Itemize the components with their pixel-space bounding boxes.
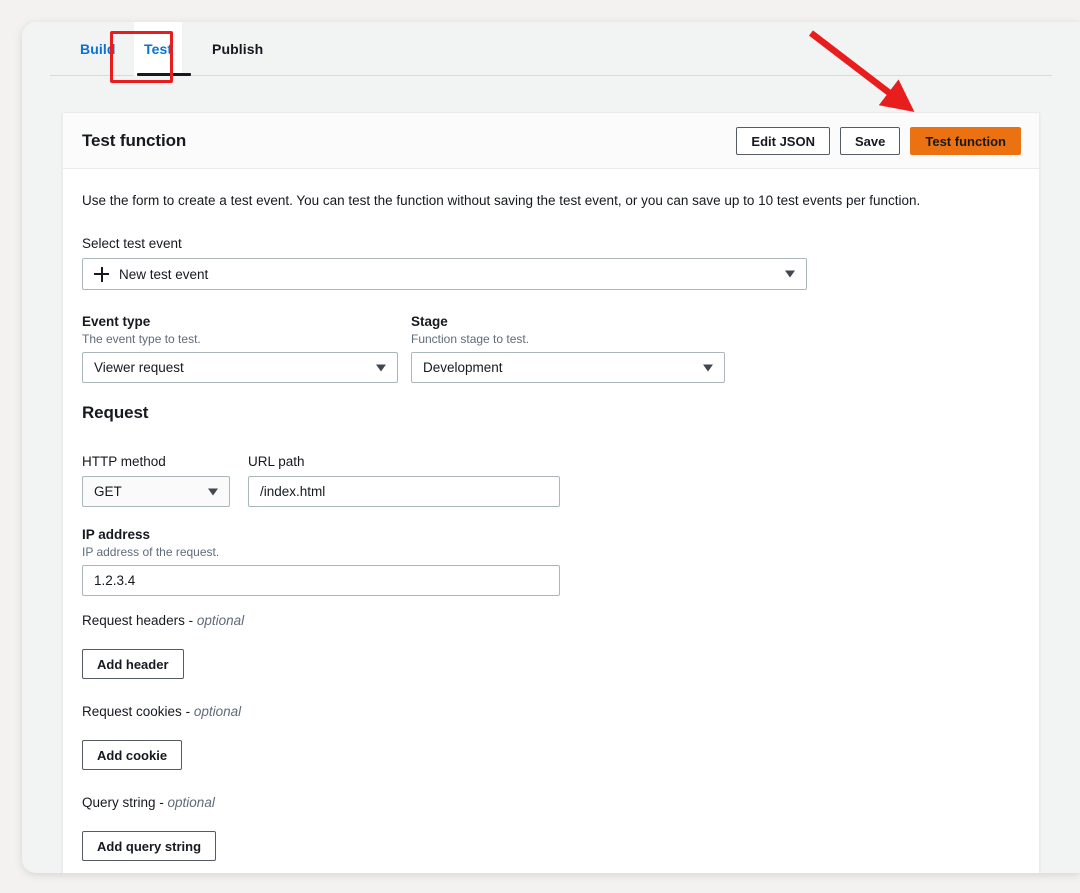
request-headers-optional-tag: optional [196,613,245,628]
console-container: Build Test Publish Test function Edit JS… [22,22,1080,873]
select-test-event-dropdown[interactable]: New test event [82,258,807,290]
chevron-down-icon [208,488,218,495]
event-type-dropdown[interactable]: Viewer request [82,352,398,383]
ip-address-input[interactable]: 1.2.3.4 [82,565,560,596]
test-function-button[interactable]: Test function [910,127,1021,155]
dash-separator: - [184,613,197,628]
tab-test-label: Test [144,41,173,57]
dash-separator: - [155,795,168,810]
stage-value: Development [423,360,503,375]
chevron-down-icon [703,364,713,371]
select-test-event-label: Select test event [82,236,182,251]
dash-separator: - [181,704,194,719]
plus-icon [94,266,109,282]
request-cookies-optional-tag: optional [193,704,242,719]
request-headers-label-text: Request headers [82,613,185,628]
request-headers-label: Request headers - optional [82,612,244,629]
stage-group: Stage Function stage to test. Developmen… [411,313,725,383]
add-cookie-button[interactable]: Add cookie [82,740,183,770]
tab-build-label: Build [80,41,116,57]
url-path-group: URL path /index.html [248,453,560,507]
page-title: Test function [82,131,187,150]
url-path-value: /index.html [260,484,326,499]
chevron-down-icon [785,270,795,278]
edit-json-button[interactable]: Edit JSON [736,127,830,155]
request-headers-group: Request headers - optional Add header [82,612,244,679]
request-section-heading: Request [82,403,149,422]
stage-label: Stage [411,314,448,329]
ip-address-group: IP address IP address of the request. 1.… [82,526,560,596]
url-path-label: URL path [248,454,305,469]
tab-test[interactable]: Test [134,22,183,76]
request-cookies-group: Request cookies - optional Add cookie [82,703,241,770]
ip-address-value: 1.2.3.4 [94,573,136,588]
event-type-label: Event type [82,314,151,329]
http-method-dropdown[interactable]: GET [82,476,230,507]
ip-address-label: IP address [82,527,151,542]
request-cookies-label: Request cookies - optional [82,703,241,720]
http-method-label: HTTP method [82,454,166,469]
tab-test-active-indicator [137,73,191,76]
save-button[interactable]: Save [839,127,901,155]
panel-header-actions: Edit JSON Save Test function [736,127,1021,155]
query-string-optional-tag: optional [167,795,215,810]
stage-dropdown[interactable]: Development [411,352,725,383]
event-type-description: The event type to test. [82,332,201,346]
tab-strip: Build Test Publish [22,22,1080,76]
test-function-panel: Test function Edit JSON Save Test functi… [62,112,1040,873]
add-query-string-button[interactable]: Add query string [82,831,217,861]
panel-header: Test function Edit JSON Save Test functi… [63,113,1039,169]
query-string-label-text: Query string [82,795,156,810]
http-method-value: GET [94,484,122,499]
intro-text: Use the form to create a test event. You… [82,193,921,208]
query-string-group: Query string - optional Add query string [82,794,217,861]
screenshot-root: Build Test Publish Test function Edit JS… [0,0,1080,893]
request-cookies-label-text: Request cookies [82,704,182,719]
ip-address-description: IP address of the request. [82,545,220,559]
select-test-event-group: Select test event New test event [82,235,807,290]
select-test-event-value: New test event [119,266,209,282]
add-header-button[interactable]: Add header [82,649,184,679]
event-type-group: Event type The event type to test. Viewe… [82,313,398,383]
stage-description: Function stage to test. [411,332,530,346]
tab-publish[interactable]: Publish [202,22,273,76]
url-path-input[interactable]: /index.html [248,476,560,507]
tab-strip-divider [50,75,1052,76]
query-string-label: Query string - optional [82,794,216,811]
event-type-value: Viewer request [94,360,184,375]
http-method-group: HTTP method GET [82,453,230,507]
chevron-down-icon [376,364,386,371]
tab-build[interactable]: Build [70,22,126,76]
tab-publish-label: Publish [212,41,264,57]
